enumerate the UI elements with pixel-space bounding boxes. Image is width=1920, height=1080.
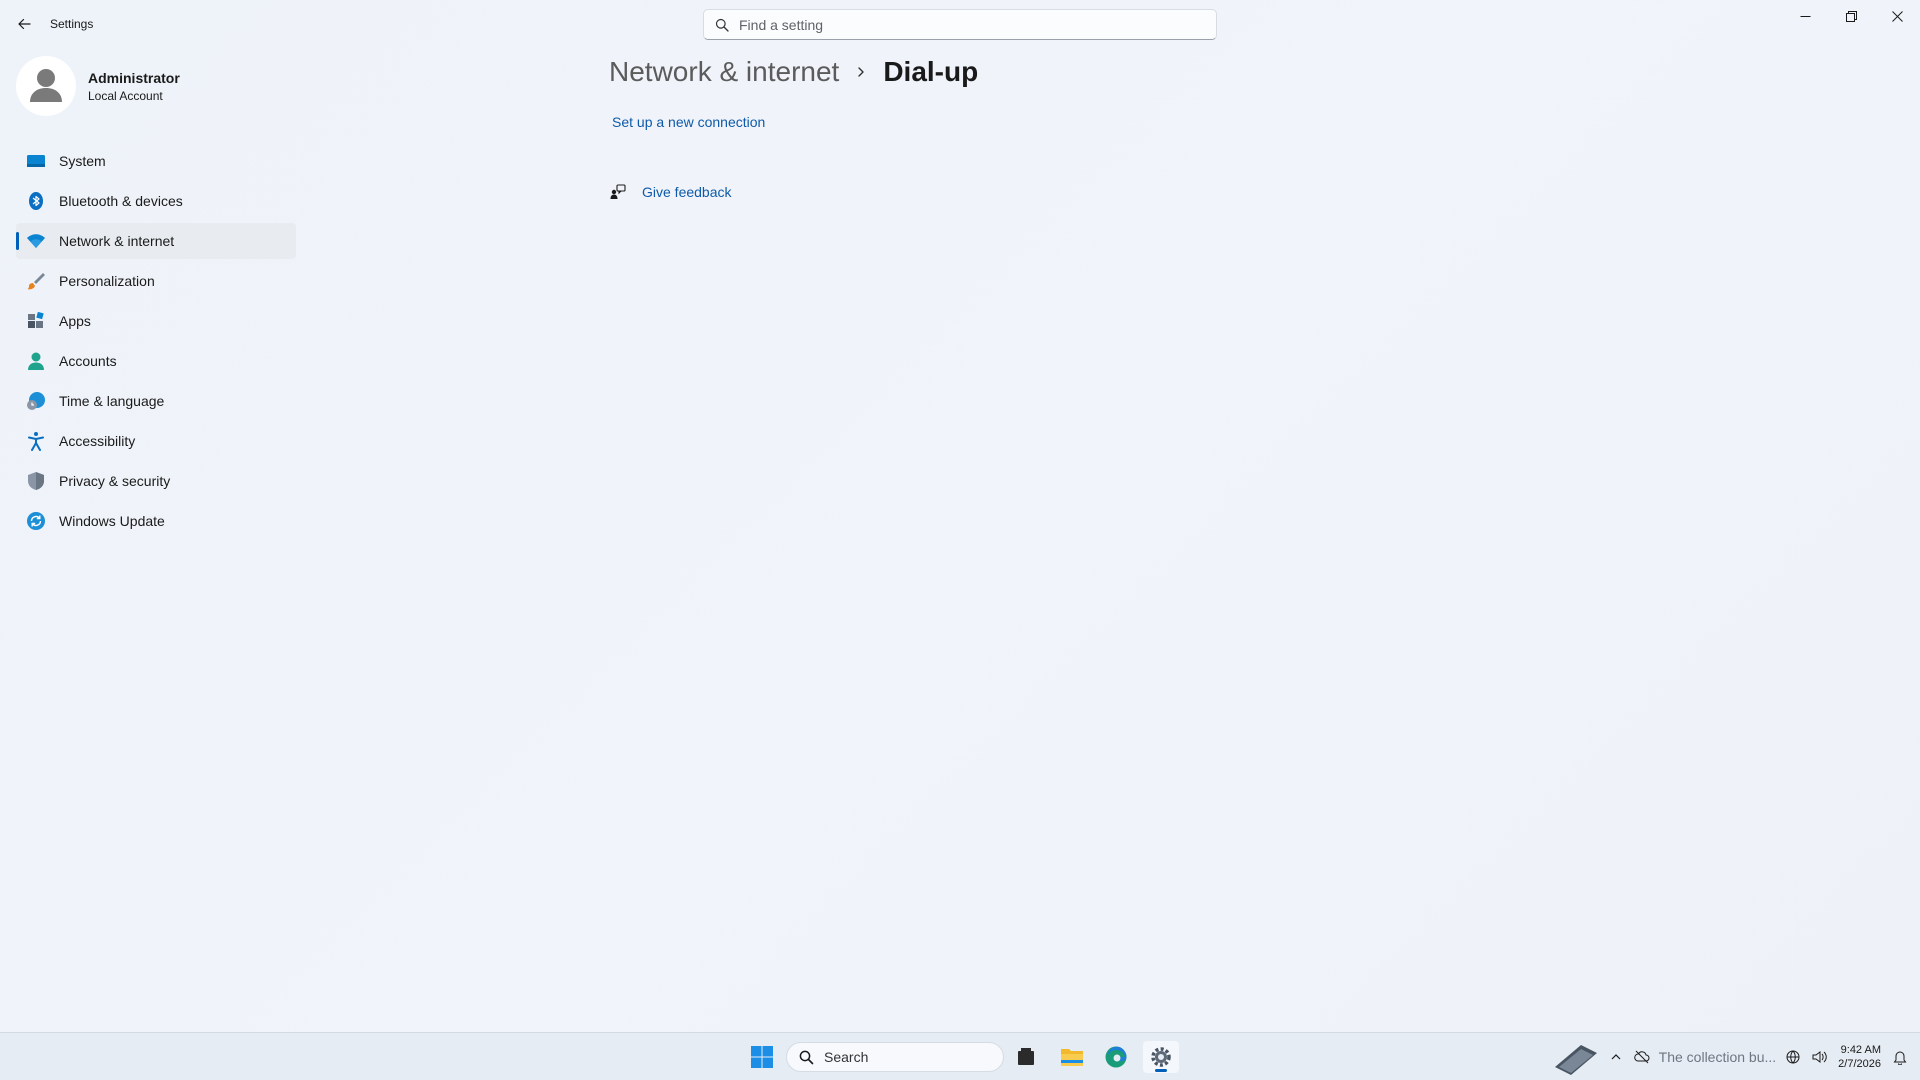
close-icon bbox=[1891, 10, 1903, 22]
taskbar-search-label: Search bbox=[824, 1049, 869, 1065]
sidebar-item-privacy-security[interactable]: Privacy & security bbox=[16, 463, 296, 499]
accessibility-icon bbox=[26, 431, 46, 451]
sidebar-item-label: Apps bbox=[59, 313, 91, 329]
apps-icon bbox=[26, 311, 46, 331]
settings-search-box[interactable] bbox=[703, 9, 1217, 40]
user-profile[interactable]: Administrator Local Account bbox=[16, 56, 180, 116]
title-bar: Settings bbox=[0, 0, 1920, 48]
give-feedback-label: Give feedback bbox=[642, 184, 732, 200]
sidebar-item-time-language[interactable]: Time & language bbox=[16, 383, 296, 419]
sidebar-item-label: Personalization bbox=[59, 273, 155, 289]
search-icon bbox=[799, 1050, 814, 1064]
gear-icon bbox=[1151, 1047, 1171, 1067]
sidebar-item-apps[interactable]: Apps bbox=[16, 303, 296, 339]
sidebar-item-personalization[interactable]: Personalization bbox=[16, 263, 296, 299]
restore-icon bbox=[1845, 10, 1857, 22]
back-arrow-icon bbox=[18, 18, 31, 30]
chevron-right-icon bbox=[855, 66, 867, 78]
settings-search-input[interactable] bbox=[739, 16, 1179, 33]
page-title: Dial-up bbox=[883, 56, 979, 87]
globe-clock-icon bbox=[26, 391, 46, 411]
search-icon bbox=[715, 18, 729, 32]
give-feedback-link[interactable]: Give feedback bbox=[610, 184, 732, 200]
task-view-icon bbox=[1018, 1048, 1034, 1065]
start-button[interactable] bbox=[746, 1041, 778, 1073]
sidebar-item-label: Accounts bbox=[59, 353, 117, 369]
restore-button[interactable] bbox=[1828, 0, 1874, 32]
app-title: Settings bbox=[50, 17, 94, 31]
taskbar-app-settings[interactable] bbox=[1143, 1041, 1179, 1073]
breadcrumb: Network & internet Dial-up bbox=[609, 56, 978, 88]
person-icon bbox=[26, 351, 46, 371]
update-icon bbox=[26, 511, 46, 531]
notification-icon[interactable] bbox=[1888, 1045, 1912, 1069]
minimize-button[interactable] bbox=[1782, 0, 1828, 32]
sidebar-nav: System Bluetooth & devices Network & int… bbox=[16, 143, 296, 543]
taskbar-search[interactable]: Search bbox=[786, 1042, 1004, 1072]
sidebar-item-label: Bluetooth & devices bbox=[59, 193, 183, 209]
shield-icon bbox=[26, 471, 46, 491]
folder-icon bbox=[1061, 1049, 1083, 1066]
monitor-icon bbox=[26, 151, 46, 171]
edge-browser-icon bbox=[1105, 1046, 1127, 1068]
window-controls bbox=[1782, 0, 1920, 32]
sidebar-item-accounts[interactable]: Accounts bbox=[16, 343, 296, 379]
tray-widget-text[interactable]: The collection bu... bbox=[1659, 1049, 1777, 1065]
network-icon[interactable] bbox=[1781, 1045, 1805, 1069]
setup-new-connection-link[interactable]: Set up a new connection bbox=[612, 114, 765, 130]
sidebar-item-label: Time & language bbox=[59, 393, 165, 409]
windows-logo-icon bbox=[751, 1046, 773, 1068]
sidebar-item-label: Network & internet bbox=[59, 233, 175, 249]
taskbar-app-file-explorer[interactable] bbox=[1054, 1041, 1090, 1073]
system-tray: The collection bu... 9:42 AM 2/7/2026 bbox=[1549, 1033, 1920, 1080]
widget-news-icon[interactable] bbox=[1550, 1045, 1602, 1075]
feedback-icon bbox=[610, 184, 626, 199]
sidebar-item-bluetooth[interactable]: Bluetooth & devices bbox=[16, 183, 296, 219]
profile-account-type: Local Account bbox=[88, 88, 163, 103]
clock-time: 9:42 AM bbox=[1840, 1044, 1881, 1056]
minimize-icon bbox=[1800, 15, 1810, 17]
sidebar-item-windows-update[interactable]: Windows Update bbox=[16, 503, 296, 539]
user-avatar-icon bbox=[30, 69, 62, 102]
taskbar-app-task-view[interactable] bbox=[1008, 1041, 1044, 1073]
cloud-off-icon[interactable] bbox=[1630, 1045, 1654, 1069]
taskbar-app-edge[interactable] bbox=[1098, 1041, 1134, 1073]
back-button[interactable] bbox=[10, 10, 38, 38]
system-clock[interactable]: 9:42 AM 2/7/2026 bbox=[1838, 1043, 1881, 1071]
close-button[interactable] bbox=[1874, 0, 1920, 32]
sidebar-item-system[interactable]: System bbox=[16, 143, 296, 179]
volume-icon[interactable] bbox=[1807, 1045, 1831, 1069]
bluetooth-icon bbox=[26, 191, 46, 211]
sidebar-item-network[interactable]: Network & internet bbox=[16, 223, 296, 259]
breadcrumb-parent[interactable]: Network & internet bbox=[609, 56, 839, 88]
wifi-icon bbox=[26, 231, 46, 251]
profile-name: Administrator bbox=[88, 69, 180, 86]
avatar bbox=[16, 56, 76, 116]
sidebar-item-label: Windows Update bbox=[59, 513, 165, 529]
sidebar-item-label: System bbox=[59, 153, 106, 169]
sidebar-item-accessibility[interactable]: Accessibility bbox=[16, 423, 296, 459]
taskbar: Search The collection bu... 9:42 AM 2/7/… bbox=[0, 1032, 1920, 1080]
chevron-up-icon[interactable] bbox=[1604, 1045, 1628, 1069]
sidebar-item-label: Privacy & security bbox=[59, 473, 171, 489]
clock-date: 2/7/2026 bbox=[1838, 1058, 1881, 1070]
brush-icon bbox=[26, 271, 46, 291]
sidebar-item-label: Accessibility bbox=[59, 433, 136, 449]
